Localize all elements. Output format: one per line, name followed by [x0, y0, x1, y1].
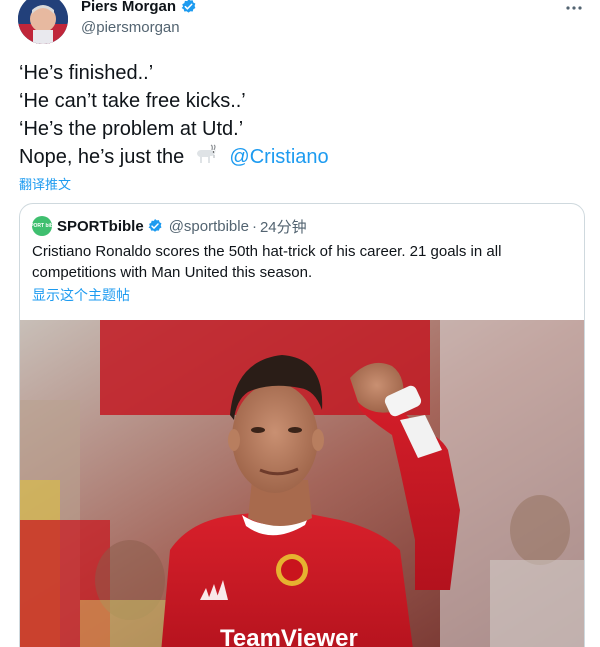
goat-icon — [192, 144, 218, 166]
quote-verified-badge-icon — [147, 218, 163, 234]
more-options-icon[interactable] — [564, 0, 584, 10]
tweet-line-3: ‘He’s the problem at Utd.’ — [19, 118, 244, 140]
author-display-name[interactable]: Piers Morgan — [81, 0, 176, 15]
author-handle[interactable]: @piersmorgan — [81, 19, 197, 36]
tweet-line-4: Nope, he’s just the @Cristiano — [19, 143, 579, 171]
tweet-text: ‘He’s finished..’ ‘He can’t take free ki… — [19, 59, 579, 171]
tweet-line-1: ‘He’s finished..’ — [19, 62, 154, 84]
quote-avatar[interactable]: SPORT bible — [27, 216, 57, 236]
quoted-tweet-card[interactable]: SPORT bible SPORTbible @sportbible · 24分… — [19, 203, 585, 647]
shirt-sponsor-text: TeamViewer — [220, 625, 358, 647]
tweet-line-4-text: Nope, he’s just the — [19, 146, 185, 168]
tweet-page: Piers Morgan @piersmorgan ‘He’s finished… — [0, 0, 600, 647]
quote-text: Cristiano Ronaldo scores the 50th hat-tr… — [32, 243, 502, 281]
quote-handle[interactable]: @sportbible — [169, 218, 249, 235]
author-avatar[interactable] — [18, 0, 68, 44]
tweet-header: Piers Morgan @piersmorgan — [18, 0, 588, 46]
quote-display-name[interactable]: SPORTbible — [57, 218, 144, 235]
verified-badge-icon — [180, 0, 197, 15]
quote-separator: · — [251, 217, 257, 235]
show-thread-link[interactable]: 显示这个主题帖 — [32, 285, 130, 305]
translate-tweet-link[interactable]: 翻译推文 — [19, 174, 71, 193]
display-name-row: Piers Morgan — [81, 0, 197, 16]
author-info: Piers Morgan @piersmorgan — [81, 0, 197, 36]
tweet-line-2: ‘He can’t take free kicks..’ — [19, 90, 246, 112]
quote-header: SPORT bible SPORTbible @sportbible · 24分… — [27, 216, 307, 237]
mention-link[interactable]: @Cristiano — [229, 146, 328, 168]
quote-timestamp[interactable]: 24分钟 — [260, 216, 307, 237]
quote-media-photo[interactable]: TeamViewer — [20, 320, 584, 647]
